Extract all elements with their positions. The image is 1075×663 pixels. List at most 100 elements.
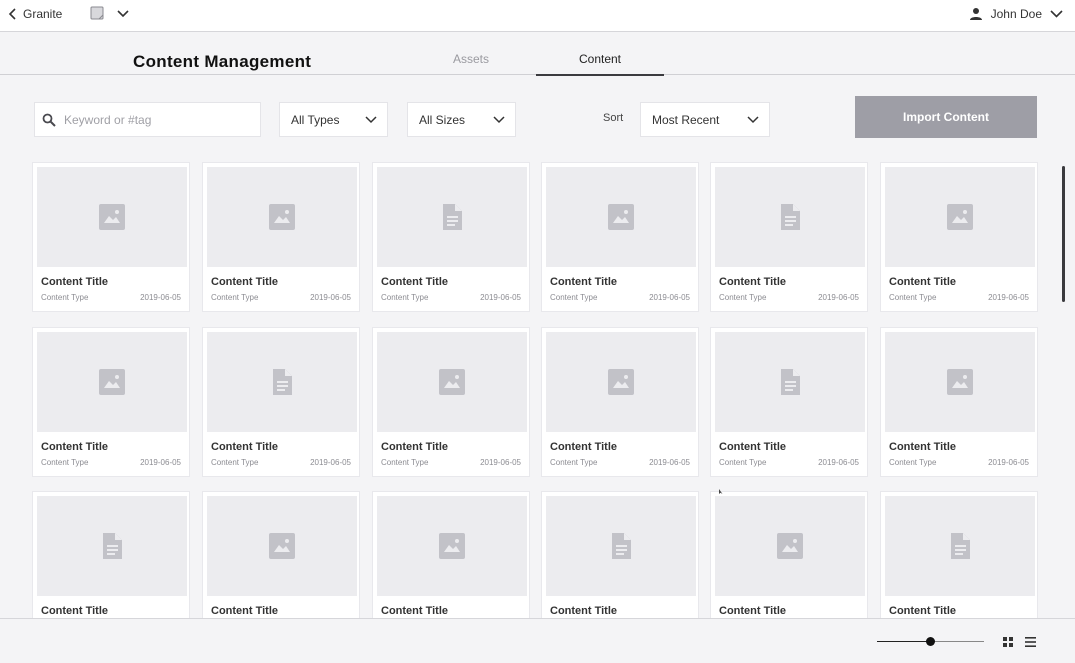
content-thumbnail (37, 496, 187, 596)
import-content-button[interactable]: Import Content (855, 96, 1037, 138)
content-thumbnail (546, 496, 696, 596)
sort-label: Sort (603, 112, 624, 124)
chevron-down-icon (493, 116, 505, 124)
content-card[interactable]: Content TitleContent Type2019-06-05 (32, 162, 190, 312)
image-icon (439, 369, 465, 395)
content-date: 2019-06-05 (310, 458, 351, 467)
content-thumbnail (885, 332, 1035, 432)
content-thumbnail (377, 332, 527, 432)
sort-value: Most Recent (652, 112, 720, 127)
content-thumbnail (207, 332, 357, 432)
content-thumbnail (37, 332, 187, 432)
content-title: Content Title (381, 605, 449, 617)
content-type: Content Type (41, 293, 89, 302)
list-view-icon[interactable] (1024, 636, 1037, 648)
content-card[interactable]: Content TitleContent Type2019-06-05 (710, 491, 868, 618)
content-thumbnail (37, 167, 187, 267)
content-date: 2019-06-05 (818, 293, 859, 302)
content-title: Content Title (889, 276, 957, 288)
content-card[interactable]: Content TitleContent Type2019-06-05 (202, 491, 360, 618)
size-filter-dropdown[interactable]: All Sizes (407, 102, 516, 137)
content-type: Content Type (550, 293, 598, 302)
image-icon (269, 533, 295, 559)
content-card[interactable]: Content TitleContent Type2019-06-05 (880, 162, 1038, 312)
content-title: Content Title (889, 605, 957, 617)
content-card[interactable]: Content Title Content Type 2019-06-05 (710, 162, 868, 312)
content-title: Content Title (211, 605, 279, 617)
content-title: Content Title (381, 276, 449, 288)
search-input[interactable] (62, 111, 246, 128)
page-title: Content Management (133, 52, 312, 71)
content-thumbnail (377, 496, 527, 596)
document-icon (781, 369, 800, 395)
content-title: Content Title (719, 441, 787, 453)
content-type: Content Type (381, 293, 429, 302)
type-filter-value: All Types (291, 112, 340, 127)
back-button[interactable]: Granite (8, 7, 62, 21)
content-title: Content Title (211, 276, 279, 288)
back-label: Granite (23, 7, 63, 21)
content-card[interactable]: Content TitleContent Type2019-06-05 (710, 327, 868, 477)
sort-dropdown[interactable]: Most Recent (640, 102, 770, 137)
content-type: Content Type (381, 458, 429, 467)
content-type: Content Type (889, 458, 937, 467)
image-icon (269, 204, 295, 230)
mouse-cursor-icon (719, 489, 723, 494)
content-title: Content Title (550, 441, 618, 453)
content-card[interactable]: Content TitleContent Type2019-06-05 (202, 162, 360, 312)
tab-assets[interactable]: Assets (406, 52, 536, 74)
chevron-down-icon[interactable] (116, 8, 130, 20)
content-title: Content Title (41, 441, 109, 453)
content-thumbnail (207, 496, 357, 596)
zoom-slider-handle[interactable] (926, 637, 935, 646)
chevron-left-icon (8, 8, 16, 20)
content-date: 2019-06-05 (310, 293, 351, 302)
content-thumbnail (885, 496, 1035, 596)
content-date: 2019-06-05 (988, 458, 1029, 467)
content-card[interactable]: Content TitleContent Type2019-06-05 (372, 491, 530, 618)
content-title: Content Title (211, 441, 279, 453)
content-title: Content Title (550, 276, 618, 288)
image-icon (608, 369, 634, 395)
content-type: Content Type (719, 293, 767, 302)
content-title: Content Title (719, 605, 787, 617)
content-date: 2019-06-05 (480, 458, 521, 467)
content-title: Content Title (41, 605, 109, 617)
search-icon (42, 113, 56, 127)
content-type: Content Type (550, 458, 598, 467)
document-icon (443, 204, 462, 230)
content-title: Content Title (719, 276, 787, 288)
content-card[interactable]: Content TitleContent Type2019-06-05 (880, 327, 1038, 477)
content-card[interactable]: Content TitleContent Type2019-06-05 (541, 491, 699, 618)
content-date: 2019-06-05 (140, 458, 181, 467)
image-icon (947, 369, 973, 395)
content-card[interactable]: Content TitleContent Type2019-06-05 (32, 491, 190, 618)
content-card[interactable]: Content TitleContent Type2019-06-05 (541, 327, 699, 477)
note-icon[interactable] (90, 6, 104, 20)
content-date: 2019-06-05 (988, 293, 1029, 302)
image-icon (777, 533, 803, 559)
content-card[interactable]: Content TitleContent Type2019-06-05 (541, 162, 699, 312)
scrollbar-thumb[interactable] (1062, 166, 1065, 302)
image-icon (99, 369, 125, 395)
top-bar: Granite John Doe (0, 0, 1075, 32)
chevron-down-icon (747, 116, 759, 124)
content-card[interactable]: Content TitleContent Type2019-06-05 (880, 491, 1038, 618)
content-card[interactable]: Content TitleContent Type2019-06-05 (372, 327, 530, 477)
content-date: 2019-06-05 (480, 293, 521, 302)
content-title: Content Title (41, 276, 109, 288)
type-filter-dropdown[interactable]: All Types (279, 102, 388, 137)
content-card[interactable]: Content TitleContent Type2019-06-05 (32, 327, 190, 477)
grid-view-icon[interactable] (1002, 636, 1014, 648)
tab-content[interactable]: Content (536, 52, 664, 76)
content-thumbnail (377, 167, 527, 267)
content-thumbnail (207, 167, 357, 267)
content-card[interactable]: Content Title Content Type 2019-06-05 (372, 162, 530, 312)
search-box[interactable] (34, 102, 261, 137)
user-menu[interactable]: John Doe (969, 7, 1063, 21)
document-icon (781, 204, 800, 230)
user-icon (969, 8, 982, 20)
content-title: Content Title (550, 605, 618, 617)
content-card[interactable]: Content TitleContent Type2019-06-05 (202, 327, 360, 477)
chevron-down-icon (365, 116, 377, 124)
